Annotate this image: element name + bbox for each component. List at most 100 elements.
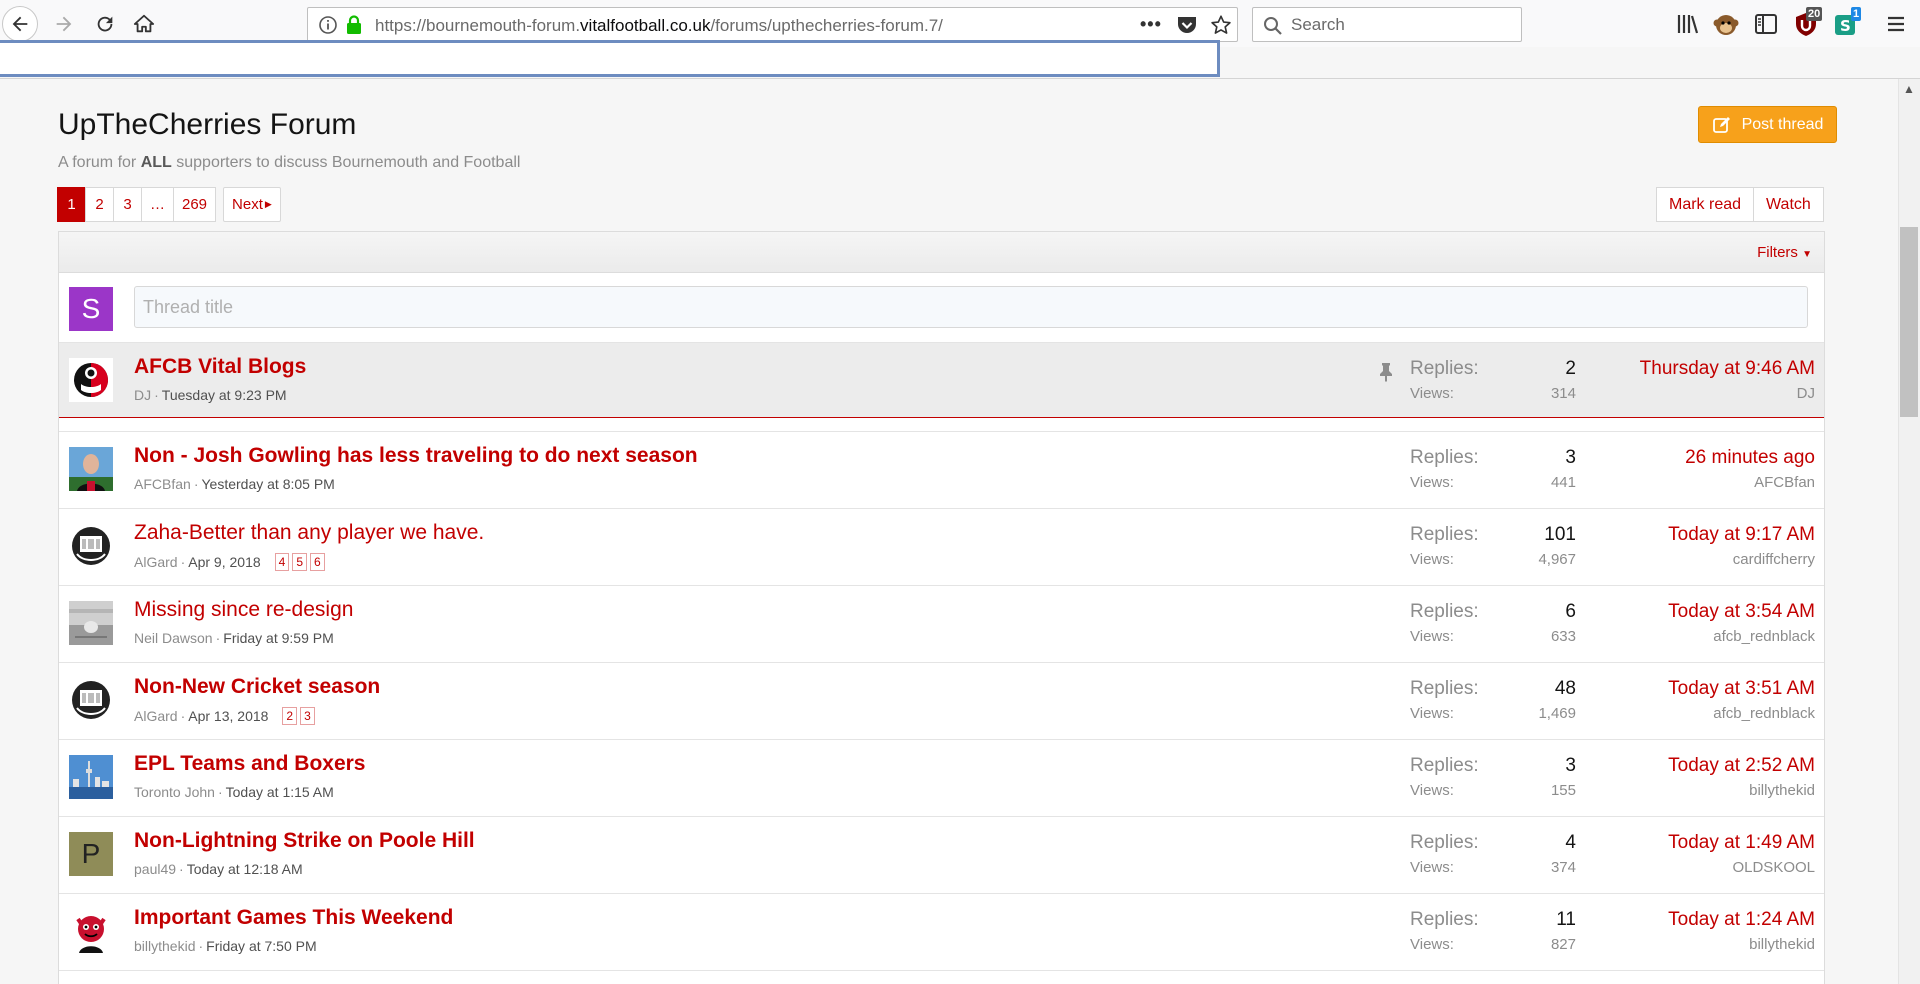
thread-title-link[interactable]: AFCB Vital Blogs: [134, 355, 306, 379]
replies-label: Replies:: [1410, 524, 1479, 545]
reload-button[interactable]: [87, 6, 123, 42]
last-post-user-link[interactable]: AFCBfan: [1754, 474, 1815, 491]
hamburger-menu-icon[interactable]: [1882, 10, 1910, 38]
mark-read-button[interactable]: Mark read: [1656, 187, 1755, 222]
thread-start-date[interactable]: Today at 1:15 AM: [226, 784, 334, 800]
thread-start-date[interactable]: Yesterday at 8:05 PM: [201, 476, 334, 492]
thread-author-link[interactable]: AlGard: [134, 708, 178, 724]
thread-title-link[interactable]: Zaha-Better than any player we have.: [134, 521, 484, 545]
avatar[interactable]: [69, 909, 113, 953]
replies-label: Replies:: [1410, 358, 1479, 379]
page-1-link[interactable]: 1: [57, 187, 86, 222]
back-button[interactable]: [2, 6, 38, 42]
last-post-date-link[interactable]: Today at 1:24 AM: [1668, 909, 1815, 931]
last-post-date-link[interactable]: Thursday at 9:46 AM: [1640, 358, 1815, 380]
last-post-user-link[interactable]: afcb_rednblack: [1713, 628, 1815, 645]
thread-start-date[interactable]: Apr 13, 2018: [188, 708, 268, 724]
page-actions-more-icon[interactable]: •••: [1140, 14, 1162, 35]
avatar[interactable]: [69, 678, 113, 722]
thread-title-link[interactable]: Non-New Cricket season: [134, 675, 380, 699]
pocket-icon[interactable]: [1176, 15, 1198, 35]
search-input[interactable]: [1291, 14, 1511, 36]
thread-start-date[interactable]: Friday at 9:59 PM: [223, 630, 334, 646]
search-bar[interactable]: [1252, 7, 1522, 42]
scroll-up-icon[interactable]: ▲: [1903, 82, 1915, 96]
avatar[interactable]: [69, 601, 113, 645]
post-thread-button[interactable]: Post thread: [1698, 106, 1837, 143]
thread-page-link[interactable]: 2: [282, 707, 298, 725]
next-page-button[interactable]: Next ▶: [223, 187, 281, 222]
thread-start-date[interactable]: Tuesday at 9:23 PM: [162, 387, 287, 403]
scrollbar-thumb[interactable]: [1900, 227, 1918, 417]
thread-author-link[interactable]: AFCBfan: [134, 476, 191, 492]
last-post-user-link[interactable]: billythekid: [1749, 782, 1815, 799]
thread-page-link[interactable]: 6: [310, 553, 325, 571]
thread-author-link[interactable]: DJ: [134, 387, 151, 403]
views-count: 1,469: [1538, 705, 1576, 722]
meta-separator: ·: [217, 784, 223, 800]
last-post-user-link[interactable]: OLDSKOOL: [1732, 859, 1815, 876]
meta-separator: ·: [215, 630, 221, 646]
avatar[interactable]: [69, 447, 113, 491]
monkey-extension-icon[interactable]: [1712, 10, 1740, 38]
filters-dropdown[interactable]: Filters ▼: [1757, 244, 1812, 261]
page-2-link[interactable]: 2: [85, 187, 114, 222]
last-post-user-link[interactable]: billythekid: [1749, 936, 1815, 953]
thread-start-date[interactable]: Today at 12:18 AM: [187, 861, 303, 877]
last-post-date-link[interactable]: Today at 9:17 AM: [1668, 524, 1815, 546]
caret-down-icon: ▼: [1802, 249, 1812, 260]
last-post-date-link[interactable]: Today at 3:54 AM: [1668, 601, 1815, 623]
avatar[interactable]: [69, 755, 113, 799]
avatar[interactable]: [69, 524, 113, 568]
url-bar[interactable]: https://bournemouth-forum.vitalfootball.…: [307, 7, 1238, 42]
thread-page-link[interactable]: 5: [292, 553, 308, 571]
home-icon: [133, 14, 155, 33]
thread-start-date[interactable]: Apr 9, 2018: [188, 554, 260, 570]
sticky-thread-row: AFCB Vital Blogs DJ · Tuesday at 9:23 PM Rep…: [59, 343, 1824, 418]
thread-title-link[interactable]: Important Games This Weekend: [134, 906, 453, 930]
watch-button[interactable]: Watch: [1753, 187, 1824, 222]
thread-title-link[interactable]: Non - Josh Gowling has less traveling to…: [134, 444, 698, 468]
last-post-date-link[interactable]: Today at 2:52 AM: [1668, 755, 1815, 777]
home-button[interactable]: [126, 6, 162, 42]
thread-page-link[interactable]: 3: [300, 707, 315, 725]
thread-page-link[interactable]: 4: [274, 553, 290, 571]
avatar[interactable]: [69, 358, 113, 402]
library-icon[interactable]: [1674, 10, 1702, 38]
info-icon[interactable]: [318, 15, 338, 35]
page-scrollbar[interactable]: [1898, 79, 1920, 984]
forum-description: A forum for ALL supporters to discuss Bo…: [58, 154, 520, 172]
avatar[interactable]: P: [69, 832, 113, 876]
avatar[interactable]: S: [69, 287, 113, 331]
page-jump-ellipsis[interactable]: …: [141, 187, 174, 222]
last-post-user-link[interactable]: afcb_rednblack: [1713, 705, 1815, 722]
sidebar-icon[interactable]: [1752, 10, 1780, 38]
thread-author-link[interactable]: Neil Dawson: [134, 630, 213, 646]
replies-count: 6: [1565, 601, 1576, 622]
replies-label: Replies:: [1410, 755, 1479, 776]
url-text[interactable]: https://bournemouth-forum.vitalfootball.…: [375, 16, 943, 36]
next-page-label: Next: [232, 196, 263, 213]
replies-label: Replies:: [1410, 678, 1479, 699]
thread-start-date[interactable]: Friday at 7:50 PM: [206, 938, 317, 954]
thread-author-link[interactable]: paul49: [134, 861, 176, 877]
last-post-date-link[interactable]: 26 minutes ago: [1685, 447, 1815, 469]
thread-title-link[interactable]: Missing since re-design: [134, 598, 353, 622]
thread-author-link[interactable]: AlGard: [134, 554, 178, 570]
thread-title-link[interactable]: Non-Lightning Strike on Poole Hill: [134, 829, 475, 853]
thread-author-link[interactable]: billythekid: [134, 938, 195, 954]
thread-author-link[interactable]: Toronto John: [134, 784, 215, 800]
thread-title-input[interactable]: [134, 286, 1808, 328]
last-post-user-link[interactable]: DJ: [1797, 385, 1815, 402]
bookmark-star-icon[interactable]: [1210, 14, 1232, 36]
last-post-date-link[interactable]: Today at 3:51 AM: [1668, 678, 1815, 700]
edit-icon: [1712, 116, 1730, 133]
forward-button[interactable]: [46, 6, 82, 42]
page-3-link[interactable]: 3: [113, 187, 142, 222]
last-post-date-link[interactable]: Today at 1:49 AM: [1668, 832, 1815, 854]
arrow-left-icon: [12, 16, 28, 32]
last-post-user-link[interactable]: cardiffcherry: [1733, 551, 1815, 568]
thread-title-link[interactable]: EPL Teams and Boxers: [134, 752, 365, 776]
page-last-link[interactable]: 269: [173, 187, 217, 222]
views-count: 441: [1550, 474, 1576, 491]
